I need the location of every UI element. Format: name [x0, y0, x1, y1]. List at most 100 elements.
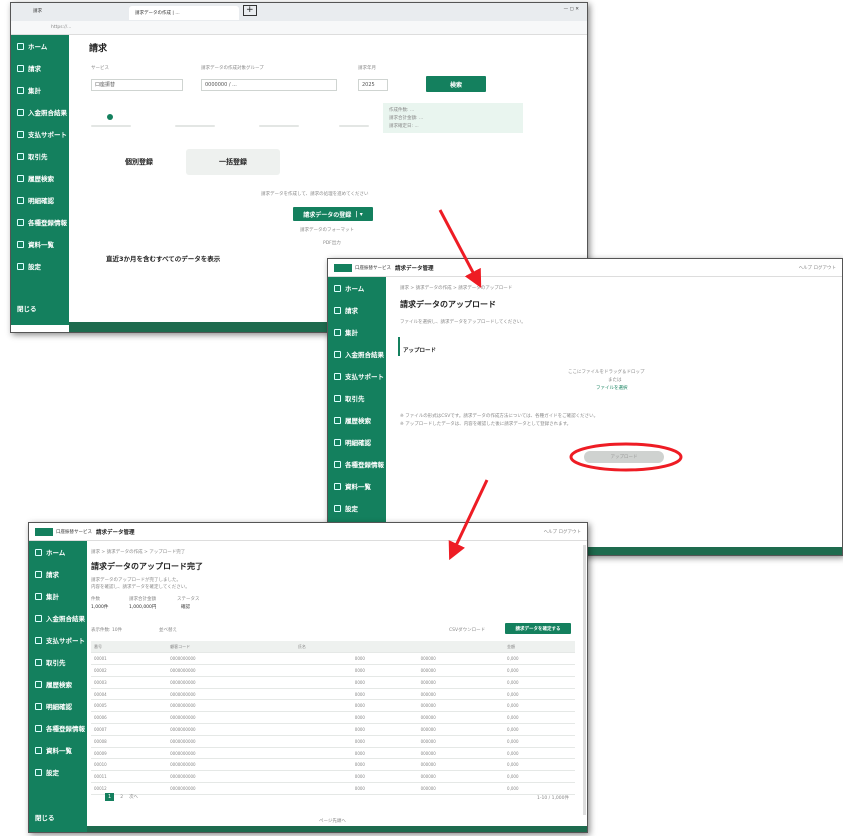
sidebar-item-1[interactable]: ホーム	[328, 277, 386, 299]
home-icon	[35, 548, 42, 556]
sidebar-item-1[interactable]: ホーム	[29, 541, 87, 563]
table-row[interactable]: 00004 0000000000 0000 000000 0,000	[91, 688, 575, 701]
sidebar-item-6[interactable]: 取引先	[11, 145, 69, 167]
sidebar-item-7[interactable]: 履歴検索	[11, 167, 69, 189]
sidebar-item-9[interactable]: 各種登録情報	[29, 717, 87, 739]
sidebar-item-2[interactable]: 請求	[29, 563, 87, 585]
screenshot-complete-page: 口座振替サービス 請求データ管理 ヘルプ ログアウト ホーム 請求 集計 入金照合結果…	[28, 522, 588, 833]
history-icon	[17, 174, 24, 182]
confirm-request-button[interactable]: 請求データを確定する	[505, 623, 571, 634]
header-links[interactable]: ヘルプ ログアウト	[799, 265, 836, 271]
address-bar[interactable]: https://...	[11, 21, 587, 35]
sidebar-item-4[interactable]: 入金照合結果	[11, 101, 69, 123]
app-header: 口座振替サービス 請求データ管理 ヘルプ ログアウト	[328, 259, 842, 277]
table-cell: 0,000	[504, 676, 575, 689]
table-cell: 000000	[417, 747, 505, 760]
search-button[interactable]: 検索	[426, 76, 486, 92]
sidebar-item-4[interactable]: 入金照合結果	[29, 607, 87, 629]
file-select-link[interactable]: ファイルを選択	[596, 385, 628, 391]
sidebar-item-9[interactable]: 各種登録情報	[328, 453, 386, 475]
sidebar-close-label: 閉じる	[35, 814, 55, 822]
table-row[interactable]: 00001 0000000000 0000 000000 0,000	[91, 652, 575, 666]
home-icon	[334, 284, 341, 292]
table-cell: 0,000	[504, 664, 575, 677]
drop-zone[interactable]: ここにファイルをドラッグ＆ドロップ または ファイルを選択	[400, 355, 828, 405]
csv-download-link[interactable]: CSVダウンロード	[449, 627, 485, 633]
format-link[interactable]: 請求データのフォーマット	[300, 227, 354, 233]
sidebar-item-9[interactable]: 各種登録情報	[11, 211, 69, 233]
sidebar-item-11[interactable]: 設定	[11, 255, 69, 277]
table-header	[417, 641, 505, 654]
table-row[interactable]: 00005 0000000000 0000 000000 0,000	[91, 699, 575, 713]
info-icon	[17, 218, 24, 226]
back-to-top-link[interactable]: ページ先頭へ	[319, 818, 346, 824]
table-row[interactable]: 00006 0000000000 0000 000000 0,000	[91, 711, 575, 725]
sort-select[interactable]: 並べ替え	[159, 627, 177, 633]
header-links[interactable]: ヘルプ ログアウト	[544, 529, 581, 535]
upload-button[interactable]: アップロード	[584, 451, 664, 463]
summary-label-2: 請求合計金額	[129, 597, 156, 602]
sidebar-item-1[interactable]: ホーム	[11, 35, 69, 57]
sidebar-item-10[interactable]: 資料一覧	[29, 739, 87, 761]
table-row[interactable]: 00010 0000000000 0000 000000 0,000	[91, 758, 575, 772]
sidebar-item-3[interactable]: 集計	[328, 321, 386, 343]
sidebar-item-11[interactable]: 設定	[29, 761, 87, 783]
progress-stepper	[91, 111, 371, 131]
sidebar-item-5[interactable]: 支払サポート	[11, 123, 69, 145]
table-row[interactable]: 00003 0000000000 0000 000000 0,000	[91, 676, 575, 689]
table-cell: 000000	[417, 735, 505, 748]
invoice-icon	[334, 306, 341, 314]
tab-individual[interactable]: 個別登録	[97, 149, 181, 175]
sidebar-item-11[interactable]: 設定	[328, 497, 386, 519]
scrollbar[interactable]	[583, 545, 586, 815]
page-subtitle: ファイルを選択し、請求データをアップロードしてください。	[400, 320, 526, 325]
sidebar-item-8[interactable]: 明細確認	[11, 189, 69, 211]
window-controls[interactable]: — ▢ ✕	[564, 7, 579, 12]
month-select[interactable]: 2025	[358, 79, 388, 91]
sidebar-item-8[interactable]: 明細確認	[29, 695, 87, 717]
browser-tab-2[interactable]: 請求データの作成 | ...	[129, 6, 239, 20]
sidebar-close[interactable]: 閉じる	[11, 297, 37, 319]
sidebar-item-10[interactable]: 資料一覧	[11, 233, 69, 255]
sidebar-item-10[interactable]: 資料一覧	[328, 475, 386, 497]
message-1: 請求データのアップロードが完了しました。	[91, 578, 181, 583]
section-header: アップロード	[398, 337, 436, 356]
group-select[interactable]: 0000000 / ...	[201, 79, 337, 91]
status-bar	[87, 826, 587, 832]
page-2[interactable]: 2	[120, 795, 123, 800]
sidebar-item-7[interactable]: 履歴検索	[29, 673, 87, 695]
breadcrumb[interactable]: 請求 > 請求データの作成 > アップロード完了	[91, 549, 185, 555]
sidebar-item-3[interactable]: 集計	[11, 79, 69, 101]
display-count-select[interactable]: 表示件数: 10件	[91, 627, 122, 633]
table-row[interactable]: 00009 0000000000 0000 000000 0,000	[91, 747, 575, 760]
sidebar-item-3[interactable]: 集計	[29, 585, 87, 607]
table-row[interactable]: 00012 0000000000 0000 000000 0,000	[91, 782, 575, 795]
table-row[interactable]: 00011 0000000000 0000 000000 0,000	[91, 770, 575, 784]
table-row[interactable]: 00008 0000000000 0000 000000 0,000	[91, 735, 575, 748]
register-request-button[interactable]: 請求データの登録 | ▾	[293, 207, 373, 221]
pdf-link[interactable]: PDF出力	[323, 240, 341, 246]
detail-icon	[35, 702, 42, 710]
table-cell: 0000	[351, 676, 418, 689]
service-select[interactable]: 口座振替	[91, 79, 183, 91]
table-row[interactable]: 00002 0000000000 0000 000000 0,000	[91, 664, 575, 677]
breadcrumb[interactable]: 請求 > 請求データの作成 > 請求データのアップロード	[400, 285, 512, 291]
tab-bulk[interactable]: 一括登録	[186, 149, 280, 175]
sidebar-item-6[interactable]: 取引先	[29, 651, 87, 673]
sidebar-item-5[interactable]: 支払サポート	[328, 365, 386, 387]
page-1[interactable]: 1	[105, 793, 115, 801]
sidebar-item-5[interactable]: 支払サポート	[29, 629, 87, 651]
sidebar-item-2[interactable]: 請求	[11, 57, 69, 79]
page-next[interactable]: 次へ	[129, 794, 138, 800]
sidebar-item-2[interactable]: 請求	[328, 299, 386, 321]
new-tab-button[interactable]: +	[243, 5, 257, 16]
history-icon	[334, 416, 341, 424]
sidebar-close[interactable]: 閉じる	[29, 806, 55, 828]
sidebar-item-7[interactable]: 履歴検索	[328, 409, 386, 431]
sidebar-item-4[interactable]: 入金照合結果	[328, 343, 386, 365]
table-cell: 000000	[417, 758, 505, 772]
table-row[interactable]: 00007 0000000000 0000 000000 0,000	[91, 723, 575, 736]
browser-tab-1[interactable]: 請求	[33, 8, 42, 14]
sidebar-item-8[interactable]: 明細確認	[328, 431, 386, 453]
sidebar-item-6[interactable]: 取引先	[328, 387, 386, 409]
